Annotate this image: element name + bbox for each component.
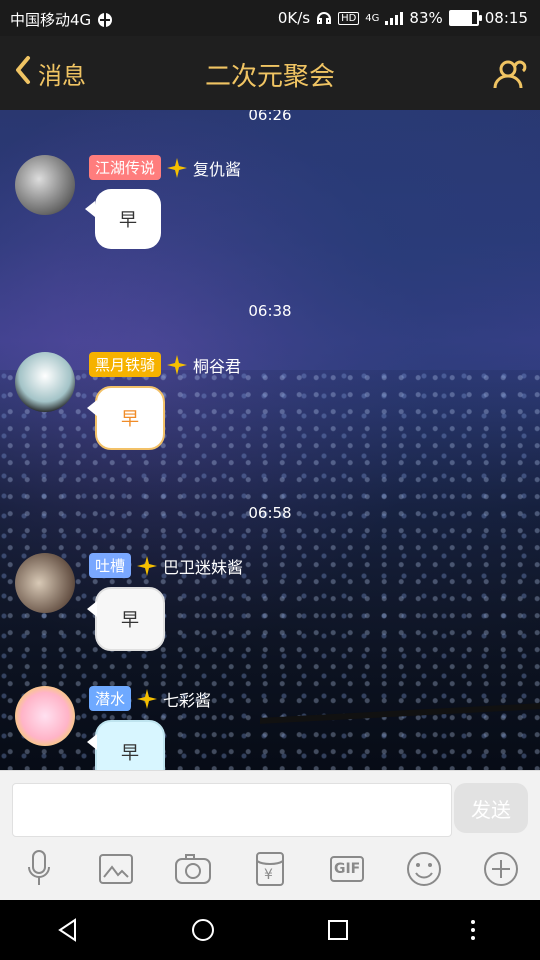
- message-bubble[interactable]: 早: [87, 720, 165, 770]
- avatar[interactable]: [15, 352, 75, 412]
- star-icon: [167, 157, 188, 178]
- sender-name: 复仇酱: [193, 159, 242, 179]
- message-meta: 江湖传说 复仇酱: [89, 155, 241, 180]
- time-divider: 06:38: [248, 302, 292, 320]
- star-icon: [137, 688, 158, 709]
- signal-icon: [385, 11, 404, 25]
- message-bubble[interactable]: 早: [85, 189, 161, 249]
- camera-icon: [174, 854, 211, 884]
- toolbar: ¥ GIF: [0, 847, 540, 891]
- nav-home-button[interactable]: [183, 910, 223, 950]
- battery-percent: 83%: [409, 9, 443, 27]
- camera-button[interactable]: [171, 847, 215, 891]
- member-title-tag: 江湖传说: [89, 155, 162, 180]
- message-bubble[interactable]: 早: [87, 587, 165, 651]
- member-title-tag: 吐槽: [89, 553, 132, 578]
- sender-name: 桐谷君: [193, 356, 242, 376]
- red-packet-button[interactable]: ¥: [248, 847, 292, 891]
- member-title-tag: 潜水: [89, 686, 132, 711]
- network-speed: 0K/s: [277, 9, 311, 27]
- page-title: 二次元聚会: [204, 62, 335, 92]
- avatar[interactable]: [15, 155, 75, 215]
- mic-icon: [27, 850, 50, 885]
- dots-vertical-icon: [470, 920, 475, 940]
- send-button[interactable]: 发送: [454, 783, 528, 833]
- nav-back-button[interactable]: [48, 910, 88, 950]
- group-members-button[interactable]: [488, 54, 528, 94]
- time-divider: 06:26: [248, 110, 292, 124]
- avatar[interactable]: [15, 553, 75, 613]
- plus-icon: [484, 852, 519, 886]
- circle-home-icon: [191, 919, 214, 941]
- square-recents-icon: [327, 920, 348, 940]
- message-bubble[interactable]: 早: [87, 386, 165, 450]
- triangle-back-icon: [57, 918, 76, 942]
- title-bar: 消息 二次元聚会: [0, 36, 540, 110]
- sender-name: 巴卫迷妹酱: [163, 557, 244, 577]
- sender-name: 七彩酱: [163, 690, 212, 710]
- message-meta: 黑月铁骑 桐谷君: [89, 352, 241, 377]
- globe-icon: [97, 12, 113, 28]
- headset-icon: [316, 10, 332, 26]
- image-icon: [98, 854, 133, 884]
- status-bar: 中国移动4G 0K/s HD 4G 83% 08:15: [0, 0, 540, 36]
- system-navbar: [0, 900, 540, 960]
- battery-icon: [448, 10, 482, 26]
- gif-button[interactable]: GIF: [325, 847, 369, 891]
- message-text: 早: [119, 210, 137, 231]
- time-divider: 06:58: [248, 504, 292, 522]
- message-text: 早: [121, 610, 139, 631]
- people-icon: [493, 60, 527, 89]
- message-text: 早: [121, 409, 139, 430]
- emoji-icon: [407, 852, 442, 886]
- emoji-button[interactable]: [402, 847, 446, 891]
- member-title-tag: 黑月铁骑: [89, 352, 162, 377]
- image-button[interactable]: [94, 847, 138, 891]
- avatar[interactable]: [15, 686, 75, 746]
- clock: 08:15: [484, 9, 528, 27]
- signal-label: 4G: [365, 12, 380, 24]
- gif-label: GIF: [333, 861, 361, 877]
- status-right: 0K/s HD 4G 83% 08:15: [278, 9, 528, 27]
- hd-badge: HD: [338, 11, 360, 25]
- star-icon: [167, 354, 188, 375]
- message-input[interactable]: [12, 783, 452, 837]
- chat-area[interactable]: 06:26 江湖传说 复仇酱 早 06:38 黑月铁骑 桐谷君 早 06:58 …: [0, 110, 540, 770]
- mic-button[interactable]: [17, 847, 61, 891]
- input-bar: 发送 ¥ GIF: [0, 770, 540, 901]
- nav-recents-button[interactable]: [318, 910, 358, 950]
- star-icon: [137, 555, 158, 576]
- status-left: 中国移动4G: [10, 9, 113, 30]
- message-meta: 潜水 七彩酱: [89, 686, 211, 711]
- message-meta: 吐槽 巴卫迷妹酱: [89, 553, 243, 578]
- carrier-label: 中国移动4G: [10, 11, 92, 29]
- nav-menu-button[interactable]: [453, 910, 493, 950]
- message-text: 早: [121, 743, 139, 764]
- red-packet-icon: ¥: [255, 852, 284, 886]
- more-button[interactable]: [479, 847, 523, 891]
- svg-text:¥: ¥: [264, 867, 273, 883]
